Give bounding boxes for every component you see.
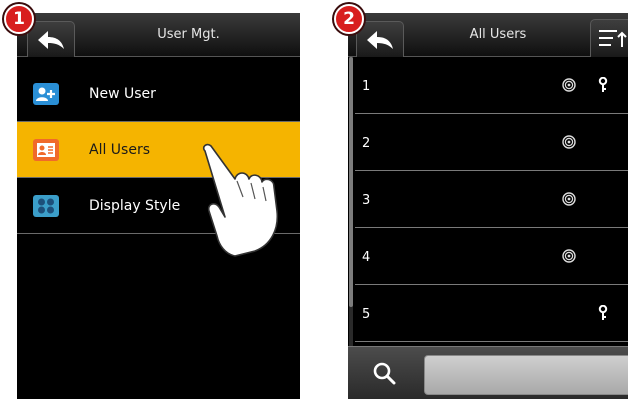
menu-item-label: New User	[89, 85, 156, 102]
user-row[interactable]: 3	[355, 171, 628, 228]
user-id: 1	[362, 79, 371, 94]
display-style-icon	[33, 195, 59, 217]
page-title: User Mgt.	[157, 27, 220, 42]
all-users-icon	[33, 139, 59, 161]
search-input[interactable]	[424, 355, 628, 395]
back-arrow-icon	[38, 30, 64, 49]
fingerprint-icon	[562, 77, 576, 96]
user-id: 5	[362, 307, 371, 322]
step-badge-1: 1	[4, 4, 34, 34]
key-icon	[598, 76, 608, 97]
user-row[interactable]: 2	[355, 114, 628, 171]
bottom-bar	[348, 346, 628, 399]
menu-item-label: All Users	[89, 141, 151, 158]
new-user-icon	[33, 83, 59, 105]
menu-item-label: Display Style	[89, 197, 181, 214]
search-icon	[373, 362, 396, 385]
user-id: 3	[362, 193, 371, 208]
page-title: All Users	[469, 27, 527, 42]
search-button[interactable]	[372, 361, 398, 387]
user-row[interactable]: 4	[355, 228, 628, 285]
user-row[interactable]: 1	[355, 57, 628, 114]
menu-item-new-user[interactable]: New User	[17, 66, 300, 122]
top-bar: All Users	[348, 13, 628, 57]
all-users-screen: All Users 1 2 3 4 5	[348, 13, 628, 399]
scrollbar-thumb[interactable]	[349, 57, 353, 307]
fingerprint-icon	[562, 191, 576, 210]
step-badge-2: 2	[334, 4, 364, 34]
sort-list-icon	[599, 30, 627, 47]
pointing-hand-icon	[202, 143, 279, 257]
user-management-screen: User Mgt. New User All Users Display Sty…	[17, 13, 300, 399]
key-icon	[598, 304, 608, 325]
user-id: 2	[362, 136, 371, 151]
fingerprint-icon	[562, 134, 576, 153]
back-button[interactable]	[356, 21, 404, 57]
back-button[interactable]	[27, 21, 75, 57]
user-row[interactable]: 5	[355, 285, 628, 342]
sort-menu-button[interactable]	[590, 19, 628, 57]
top-bar: User Mgt.	[17, 13, 300, 57]
user-id: 4	[362, 250, 371, 265]
back-arrow-icon	[367, 30, 393, 49]
fingerprint-icon	[562, 248, 576, 267]
